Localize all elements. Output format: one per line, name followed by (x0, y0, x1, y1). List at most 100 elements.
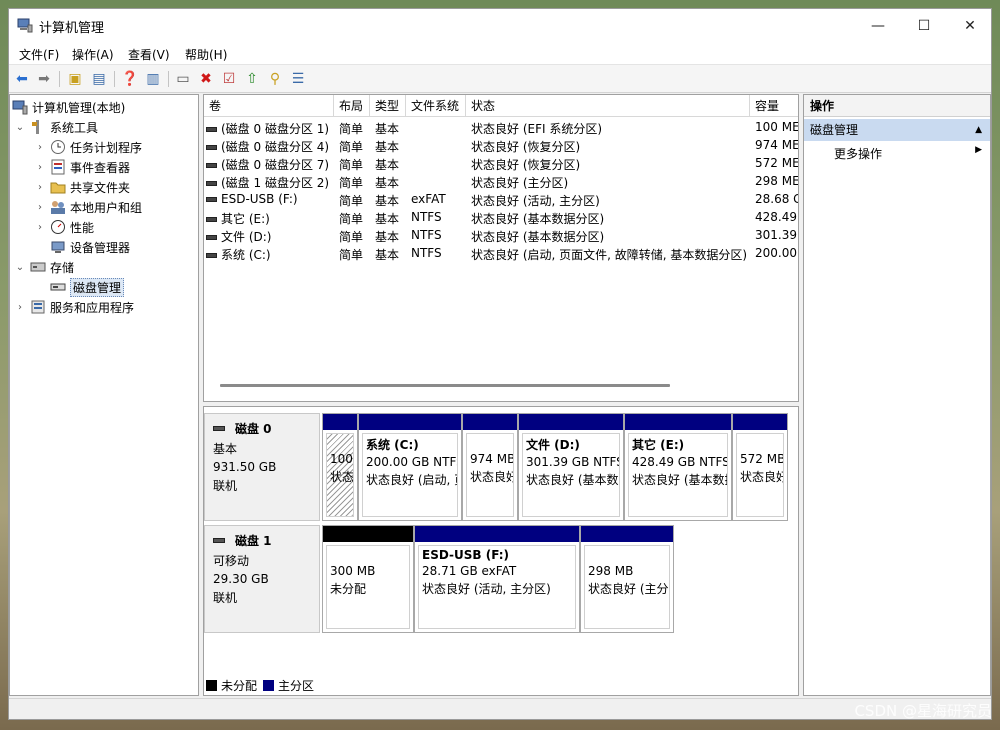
chevron-right-icon[interactable]: › (34, 202, 46, 213)
chevron-right-icon[interactable]: › (14, 302, 26, 313)
tree-item-system-tools[interactable]: ⌄ 系统工具 (14, 117, 98, 137)
volume-type-cell: 基本 (375, 122, 400, 136)
partition-block[interactable]: ESD-USB (F:) 28.71 GB exFAT 状态良好 (活动, 主分区) (414, 525, 580, 633)
column-header-type[interactable]: 类型 (370, 95, 406, 117)
partition-block[interactable]: 系统 (C:) 200.00 GB NTFS 状态良好 (启动, 页 (358, 413, 462, 521)
tree-item-services-apps[interactable]: › 服务和应用程序 (14, 297, 134, 317)
chevron-right-icon[interactable]: › (34, 182, 46, 193)
volume-status-cell: 状态良好 (EFI 系统分区) (471, 122, 603, 136)
horizontal-scrollbar[interactable] (220, 384, 670, 387)
tree-item-label: 存储 (50, 260, 75, 275)
tree-item-computer-management[interactable]: 计算机管理(本地) (12, 97, 125, 117)
volume-cell: ESD-USB (F:) (206, 192, 332, 206)
tree-item-storage[interactable]: ⌄ 存储 (14, 257, 74, 277)
action-pane-icon: ▥ (146, 71, 160, 87)
volume-icon (206, 145, 217, 150)
volume-row[interactable]: ESD-USB (F:) 简单 基本 exFAT 状态良好 (活动, 主分区) 28.68… (204, 191, 798, 209)
up-level-button[interactable]: ▣ (66, 70, 84, 88)
tree-item-label: 本地用户和组 (70, 200, 143, 215)
volume-icon (206, 163, 217, 168)
maximize-button[interactable]: ☐ (901, 9, 947, 42)
volume-row[interactable]: (磁盘 0 磁盘分区 7) 简单 基本 状态良好 (恢复分区) 572 ME (204, 155, 798, 173)
tree-item-disk-management[interactable]: 磁盘管理 (50, 277, 125, 297)
tree-item-label: 计算机管理(本地) (32, 100, 126, 115)
partition-name (588, 548, 666, 562)
partition-block[interactable]: 298 MB 状态良好 (主分 (580, 525, 674, 633)
volume-row[interactable]: (磁盘 0 磁盘分区 1) 简单 基本 状态良好 (EFI 系统分区) 100 ME (204, 119, 798, 137)
tree-item-task-scheduler[interactable]: › 任务计划程序 (34, 137, 142, 157)
folder-up-icon: ▣ (68, 71, 82, 87)
tree-item-label: 事件查看器 (70, 160, 131, 175)
partition-block[interactable]: 100 状态 (322, 413, 358, 521)
performance-icon (51, 220, 65, 234)
properties-button[interactable]: ☑ (220, 70, 238, 88)
action-pane-button[interactable]: ▥ (144, 70, 162, 88)
help-button[interactable]: ❓ (121, 70, 139, 88)
show-tree-button[interactable]: ▤ (90, 70, 108, 88)
chevron-right-icon[interactable]: › (34, 222, 46, 233)
partition-block[interactable]: 文件 (D:) 301.39 GB NTFS 状态良好 (基本数 (518, 413, 624, 521)
partition-block[interactable]: 其它 (E:) 428.49 GB NTFS 状态良好 (基本数据 (624, 413, 732, 521)
import-button[interactable]: ⇧ (243, 70, 261, 88)
delete-button[interactable]: ✖ (197, 70, 215, 88)
volume-fs-cell: NTFS (411, 246, 442, 260)
column-header-layout[interactable]: 布局 (334, 95, 370, 117)
tree-item-local-users[interactable]: › 本地用户和组 (34, 197, 142, 217)
volume-row[interactable]: 文件 (D:) 简单 基本 NTFS 状态良好 (基本数据分区) 301.39 (204, 227, 798, 245)
tree-item-label: 任务计划程序 (70, 140, 143, 155)
partition-name (740, 436, 780, 450)
volume-name: (磁盘 0 磁盘分区 4) (221, 140, 330, 154)
volume-name: (磁盘 0 磁盘分区 1) (221, 122, 330, 136)
volume-row[interactable]: 其它 (E:) 简单 基本 NTFS 状态良好 (基本数据分区) 428.49 (204, 209, 798, 227)
tree-item-shared-folders[interactable]: › 共享文件夹 (34, 177, 130, 197)
disk-icon (213, 538, 225, 543)
back-button[interactable]: ⬅ (13, 70, 31, 88)
tools-icon (32, 120, 39, 134)
volume-row[interactable]: (磁盘 0 磁盘分区 4) 简单 基本 状态良好 (恢复分区) 974 ME (204, 137, 798, 155)
search-button[interactable]: ⚲ (266, 70, 284, 88)
console-tree-icon: ▤ (92, 71, 106, 87)
volume-status-cell: 状态良好 (主分区) (471, 176, 569, 190)
legend-label-unallocated: 未分配 (221, 678, 258, 693)
column-header-capacity[interactable]: 容量 (750, 95, 798, 117)
connect-drive-button[interactable]: ▭ (174, 70, 192, 88)
more-actions-item[interactable]: 更多操作 (834, 145, 882, 162)
volume-row[interactable]: (磁盘 1 磁盘分区 2) 简单 基本 状态良好 (主分区) 298 ME (204, 173, 798, 191)
tree-item-label: 磁盘管理 (70, 277, 125, 297)
partition-status: 状态良好 (470, 470, 514, 484)
partition-name (330, 548, 406, 562)
partition-status: 状态良好 (活动, 主分区) (422, 582, 551, 596)
legend-label-primary: 主分区 (278, 678, 315, 693)
partition-block[interactable]: 300 MB 未分配 (322, 525, 414, 633)
chevron-right-icon[interactable]: › (34, 142, 46, 153)
column-header-status[interactable]: 状态 (466, 95, 750, 117)
close-button[interactable]: ✕ (947, 9, 991, 42)
partition-block[interactable]: 572 MB 状态良好 (732, 413, 788, 521)
menu-file[interactable]: 文件(F) (19, 46, 59, 63)
volume-row[interactable]: 系统 (C:) 简单 基本 NTFS 状态良好 (启动, 页面文件, 故障转储, 基本数… (204, 245, 798, 263)
minimize-button[interactable]: — (855, 9, 901, 42)
menu-view[interactable]: 查看(V) (128, 46, 170, 63)
disk-management-icon (50, 283, 66, 291)
tree-item-device-manager[interactable]: 设备管理器 (50, 237, 130, 257)
partition-block[interactable]: 974 MB 状态良好 (462, 413, 518, 521)
tree-item-performance[interactable]: › 性能 (34, 217, 94, 237)
disk-label-0[interactable]: 磁盘 0 基本 931.50 GB 联机 (204, 413, 320, 521)
column-header-filesystem[interactable]: 文件系统 (406, 95, 466, 117)
settings-button[interactable]: ☰ (289, 70, 307, 88)
chevron-right-icon[interactable]: › (34, 162, 46, 173)
disk-label-1[interactable]: 磁盘 1 可移动 29.30 GB 联机 (204, 525, 320, 633)
menu-action[interactable]: 操作(A) (72, 46, 114, 63)
help-icon: ❓ (121, 71, 139, 87)
volume-cell: 文件 (D:) (206, 228, 332, 245)
forward-button[interactable]: ➡ (35, 70, 53, 88)
chevron-down-icon[interactable]: ⌄ (14, 122, 26, 133)
column-header-volume[interactable]: 卷 (204, 95, 334, 117)
volume-status-cell: 状态良好 (基本数据分区) (471, 230, 605, 244)
volume-cap-cell: 974 ME (755, 138, 799, 152)
menu-help[interactable]: 帮助(H) (185, 46, 227, 63)
watermark-text: CSDN @星海研究员 (854, 702, 992, 720)
chevron-down-icon[interactable]: ⌄ (14, 262, 26, 273)
actions-group-disk-management[interactable]: 磁盘管理 ▲ (804, 119, 990, 141)
tree-item-event-viewer[interactable]: › 事件查看器 (34, 157, 130, 177)
